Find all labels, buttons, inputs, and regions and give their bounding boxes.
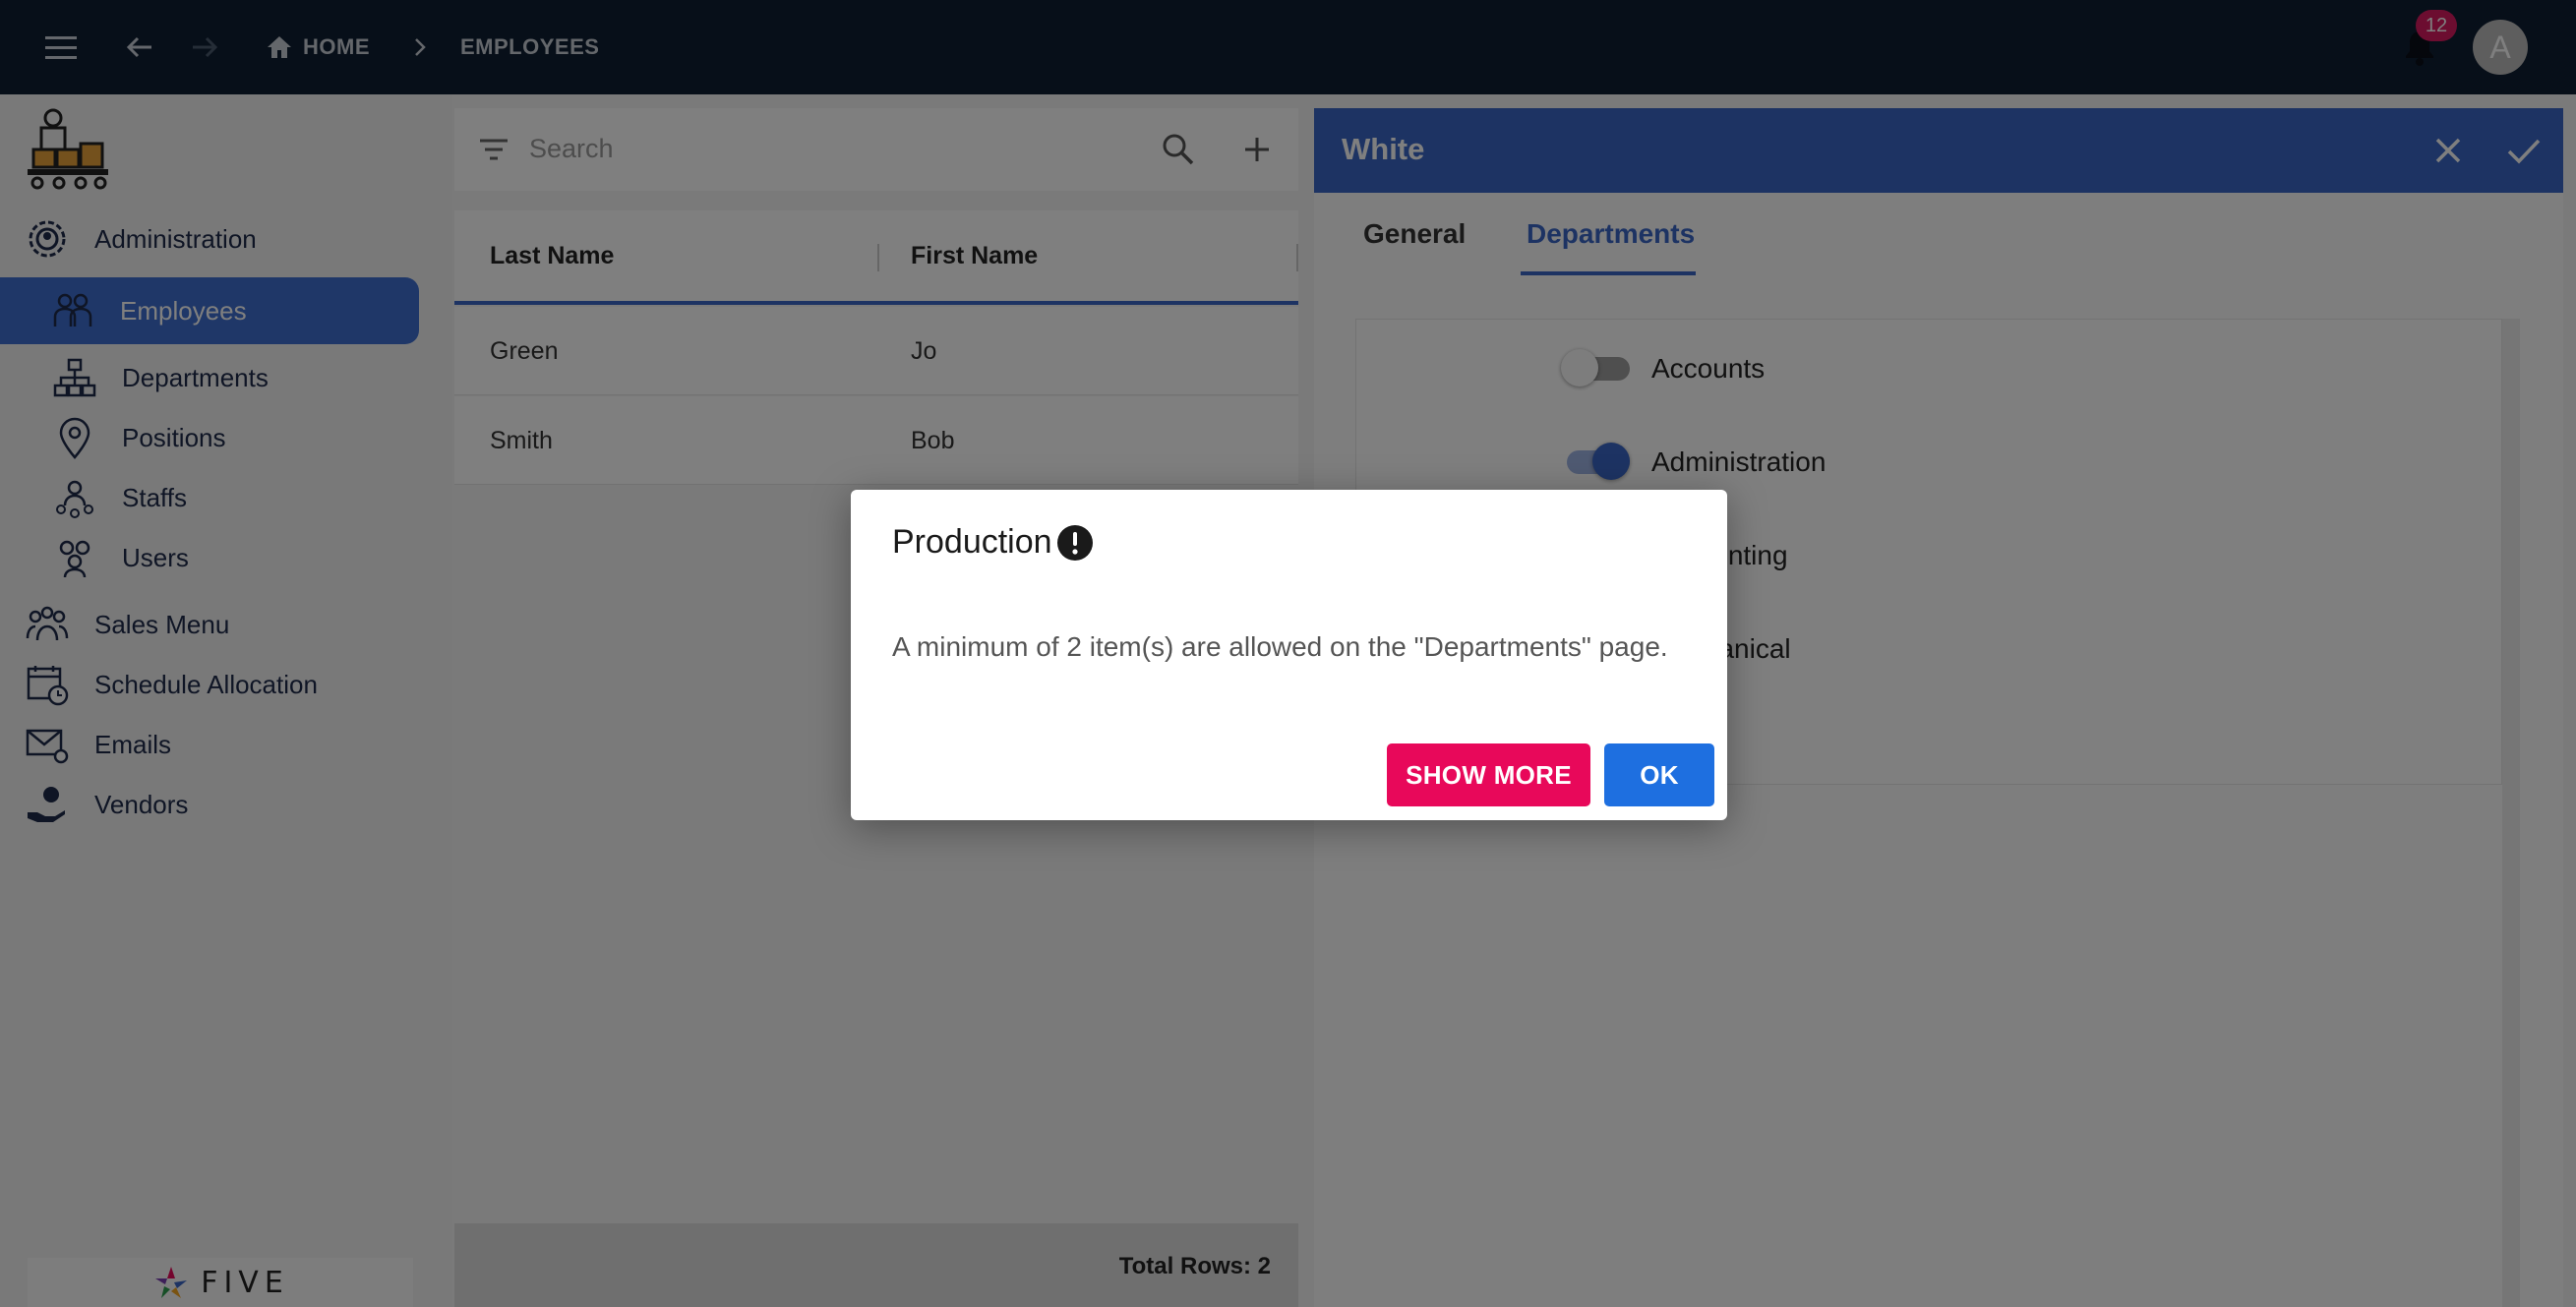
show-more-button[interactable]: SHOW MORE (1387, 743, 1590, 806)
ok-button[interactable]: OK (1604, 743, 1714, 806)
alert-dialog: Production A minimum of 2 item(s) are al… (851, 490, 1727, 820)
dialog-title-row: Production (892, 523, 1094, 562)
exclamation-icon (1056, 524, 1094, 562)
dialog-title: Production (892, 523, 1052, 561)
dialog-message: A minimum of 2 item(s) are allowed on th… (892, 631, 1668, 662)
